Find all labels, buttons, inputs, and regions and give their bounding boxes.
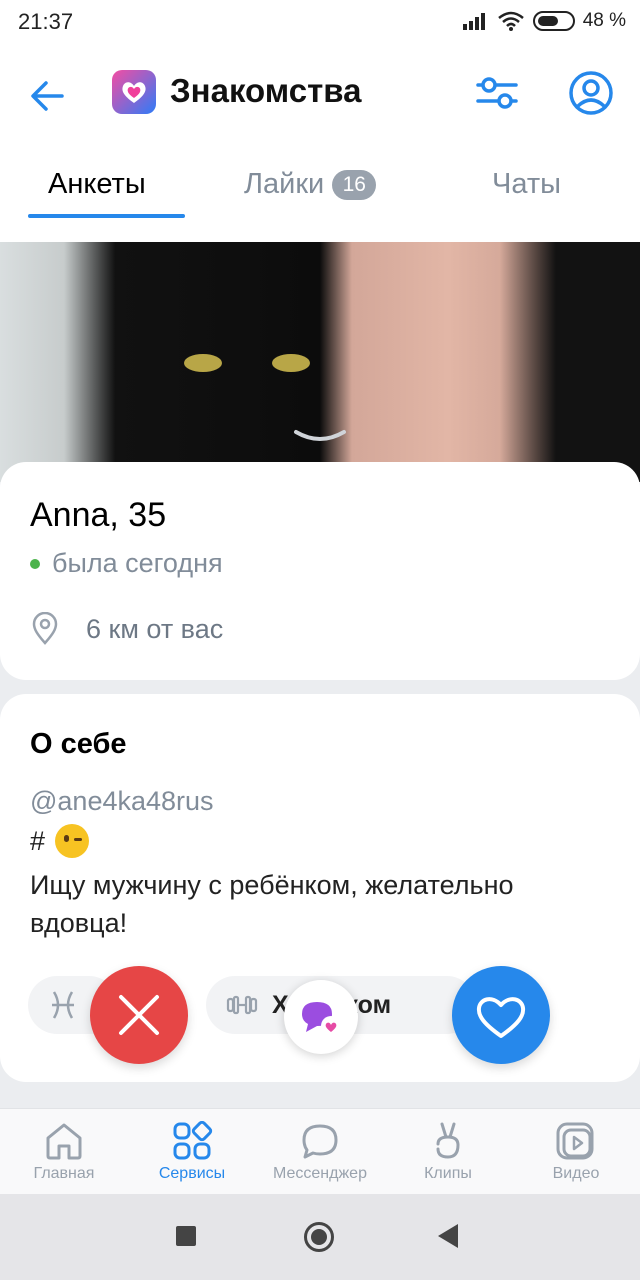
active-tab-indicator bbox=[28, 214, 185, 218]
filter-sliders-icon[interactable] bbox=[472, 70, 522, 116]
photo-shadow bbox=[500, 242, 640, 482]
recents-button[interactable] bbox=[176, 1226, 196, 1246]
home-button[interactable] bbox=[304, 1222, 334, 1252]
close-icon bbox=[119, 995, 159, 1035]
message-button[interactable] bbox=[284, 980, 358, 1054]
home-icon bbox=[46, 1123, 82, 1160]
pisces-icon bbox=[52, 991, 74, 1019]
distance-row: 6 км от вас bbox=[30, 612, 223, 646]
cat-eye-right bbox=[272, 354, 310, 372]
clips-icon bbox=[436, 1122, 460, 1159]
tab-label: Лайки bbox=[244, 168, 325, 200]
tab-bar: Анкеты Лайки 16 Чаты bbox=[0, 144, 640, 242]
app-header: Знакомства bbox=[0, 44, 640, 144]
dating-app-logo bbox=[112, 70, 156, 114]
about-handle: @ane4ka48rus bbox=[30, 786, 214, 816]
heart-logo-icon bbox=[122, 82, 146, 103]
online-dot-icon bbox=[30, 558, 40, 569]
nav-item-messenger[interactable]: Мессенджер bbox=[256, 1109, 384, 1195]
battery-percent: 48 % bbox=[582, 10, 626, 31]
heart-icon bbox=[476, 997, 526, 1038]
nav-label: Клипы bbox=[424, 1165, 472, 1182]
status-bar: 21:37 48 % bbox=[0, 0, 640, 44]
back-arrow-icon[interactable] bbox=[26, 74, 70, 118]
about-text: Ищу мужчину с ребёнком, желательно вдовц… bbox=[30, 870, 514, 938]
tab-label: Чаты bbox=[492, 168, 561, 200]
distance-text: 6 км от вас bbox=[86, 613, 224, 644]
online-status: была сегодня bbox=[30, 548, 223, 579]
chevron-down-icon[interactable] bbox=[292, 428, 348, 446]
nav-label: Главная bbox=[33, 1165, 95, 1182]
wifi-icon bbox=[497, 11, 524, 31]
likes-count-badge: 16 bbox=[332, 169, 377, 200]
tab-likes[interactable]: Лайки 16 bbox=[244, 168, 377, 201]
nav-item-clips[interactable]: Клипы bbox=[384, 1109, 512, 1195]
status-time: 21:37 bbox=[18, 9, 74, 34]
profile-info-card: Anna, 35 была сегодня 6 км от вас bbox=[0, 462, 640, 680]
profile-name-age: Anna, 35 bbox=[30, 496, 167, 534]
about-title: О себе bbox=[30, 728, 127, 760]
cat-eye-left bbox=[184, 354, 222, 372]
nav-item-home[interactable]: Главная bbox=[0, 1109, 128, 1195]
nav-label: Мессенджер bbox=[273, 1165, 367, 1182]
nav-label: Видео bbox=[552, 1165, 600, 1182]
bottom-navigation: Главная Сервисы Мессенджер Клипы Видео bbox=[0, 1108, 640, 1194]
system-back-button[interactable] bbox=[438, 1224, 458, 1248]
nav-label: Сервисы bbox=[158, 1165, 226, 1182]
tab-profiles[interactable]: Анкеты bbox=[48, 168, 146, 201]
hash-symbol: # bbox=[30, 825, 46, 856]
location-pin-icon bbox=[32, 612, 58, 645]
tab-label: Анкеты bbox=[48, 168, 146, 200]
tab-chats[interactable]: Чаты bbox=[492, 168, 561, 201]
like-button[interactable] bbox=[452, 966, 550, 1064]
dislike-button[interactable] bbox=[90, 966, 188, 1064]
system-navigation-bar bbox=[0, 1194, 640, 1280]
page-title: Знакомства bbox=[170, 72, 362, 109]
chat-heart-icon bbox=[302, 1002, 341, 1036]
battery-icon bbox=[532, 11, 575, 31]
nav-item-services[interactable]: Сервисы bbox=[128, 1109, 256, 1195]
video-icon bbox=[556, 1122, 594, 1160]
screen: 21:37 48 % Знакомства Анкеты Лайки 16 Ча… bbox=[0, 0, 640, 1280]
nav-item-video[interactable]: Видео bbox=[512, 1109, 640, 1195]
services-icon bbox=[173, 1121, 213, 1160]
dumbbell-icon bbox=[226, 995, 258, 1015]
profile-photo[interactable] bbox=[0, 242, 640, 482]
online-status-text: была сегодня bbox=[52, 548, 223, 578]
profile-icon[interactable] bbox=[566, 68, 616, 118]
about-hash-line: # bbox=[30, 824, 90, 858]
wink-emoji-icon bbox=[55, 824, 90, 858]
message-icon bbox=[302, 1124, 338, 1159]
status-icons: 48 % bbox=[462, 10, 626, 32]
signal-icon bbox=[462, 13, 485, 30]
